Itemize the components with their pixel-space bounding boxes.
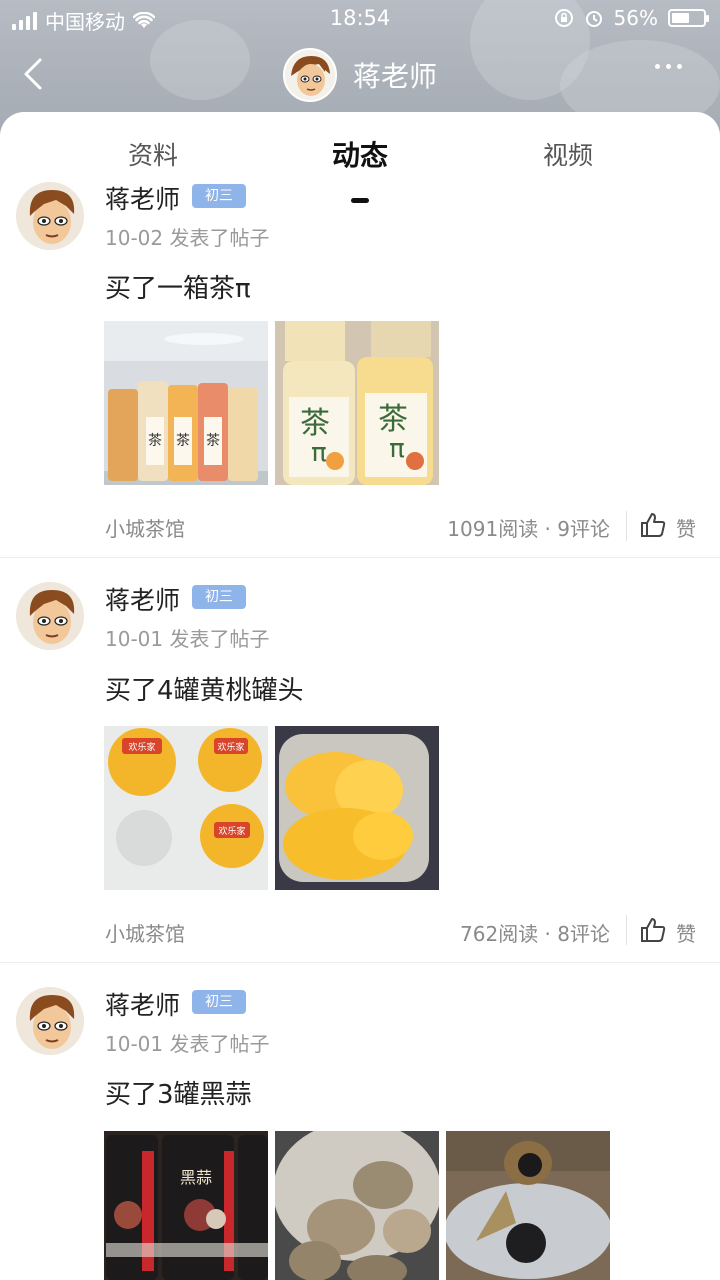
divider: [626, 511, 627, 541]
tab-bar: 资料 动态 视频: [0, 132, 720, 203]
alarm-icon: [585, 11, 602, 27]
post-image[interactable]: 茶 π 茶 π: [275, 321, 439, 485]
active-tab-indicator: [351, 198, 369, 203]
post-content[interactable]: 买了一箱茶π: [105, 268, 251, 305]
page-title: 蒋老师: [352, 60, 437, 93]
jar-brand-label: 黑蒜: [180, 1168, 212, 1187]
grade-badge: 初三: [192, 990, 246, 1014]
forum-link[interactable]: 小城茶馆: [105, 918, 185, 947]
post-image[interactable]: 欢乐家 欢乐家 欢乐家: [104, 726, 268, 890]
post-content[interactable]: 买了3罐黑蒜: [105, 1074, 252, 1111]
profile-avatar[interactable]: [282, 48, 337, 102]
rotation-lock-icon: [554, 9, 573, 27]
post-meta: 10-02 发表了帖子: [105, 226, 270, 250]
author-avatar[interactable]: [16, 987, 84, 1055]
post-stats: 1091阅读 · 9评论: [447, 517, 610, 541]
post-image[interactable]: 黑蒜: [104, 1131, 268, 1280]
post-image[interactable]: [275, 1131, 439, 1280]
grade-badge: 初三: [192, 184, 246, 208]
author-name[interactable]: 蒋老师: [105, 581, 180, 617]
post-separator: [0, 962, 720, 963]
tab-activity[interactable]: 动态: [332, 134, 388, 174]
author-name[interactable]: 蒋老师: [105, 180, 180, 216]
post-meta: 10-01 发表了帖子: [105, 1032, 270, 1056]
post-meta: 10-01 发表了帖子: [105, 627, 270, 651]
battery-icon: [668, 9, 709, 27]
grade-badge: 初三: [192, 585, 246, 609]
battery-percent: 56%: [613, 6, 658, 30]
jar-brand-label: 欢乐家: [218, 825, 245, 837]
divider: [626, 915, 627, 945]
like-button-label[interactable]: 赞: [676, 513, 696, 542]
jar-brand-label: 欢乐家: [128, 741, 155, 753]
tea-label-mark: 茶: [300, 406, 330, 441]
forum-link[interactable]: 小城茶馆: [105, 513, 185, 542]
status-bar: 中国移动 18:54 56%: [0, 0, 720, 38]
battery-level: [672, 13, 689, 23]
pi-label-mark: π: [389, 434, 405, 464]
tab-videos[interactable]: 视频: [543, 136, 593, 172]
tea-label-mark: 茶: [378, 402, 408, 437]
post-image[interactable]: [446, 1131, 610, 1280]
thumbs-up-icon[interactable]: [640, 917, 666, 943]
post-image[interactable]: 茶 茶 茶: [104, 321, 268, 485]
author-avatar[interactable]: [16, 582, 84, 650]
pi-label-mark: π: [311, 438, 327, 468]
author-name[interactable]: 蒋老师: [105, 986, 180, 1022]
navbar: 蒋老师: [0, 44, 720, 104]
more-options-icon[interactable]: [655, 64, 682, 69]
like-button-label[interactable]: 赞: [676, 918, 696, 947]
tea-label-mark: 茶: [176, 433, 190, 449]
jar-brand-label: 欢乐家: [217, 741, 244, 753]
thumbs-up-icon[interactable]: [640, 512, 666, 538]
post-image[interactable]: [275, 726, 439, 890]
tab-profile-info[interactable]: 资料: [128, 136, 178, 172]
post-content[interactable]: 买了4罐黄桃罐头: [105, 670, 304, 707]
tea-label-mark: 茶: [148, 433, 162, 449]
tea-label-mark: 茶: [206, 433, 220, 449]
post-stats: 762阅读 · 8评论: [460, 922, 610, 946]
post-separator: [0, 557, 720, 558]
author-avatar[interactable]: [16, 182, 84, 250]
